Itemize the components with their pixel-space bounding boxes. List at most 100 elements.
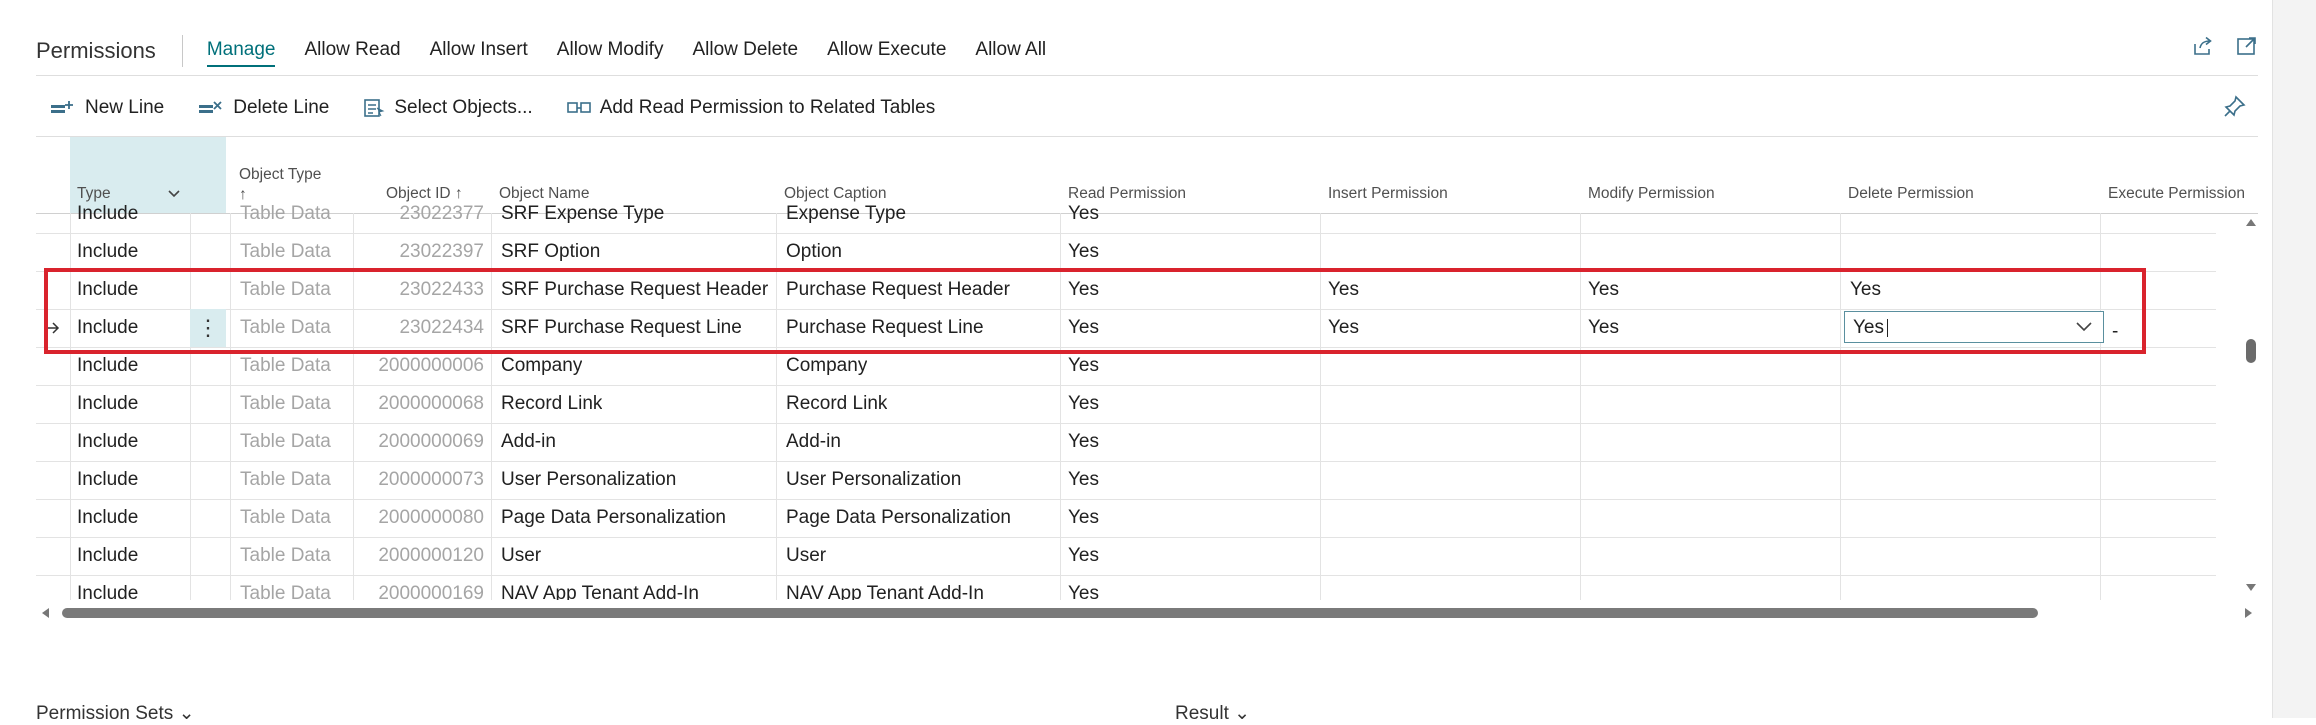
select-objects-label: Select Objects...	[394, 97, 533, 118]
table-row[interactable]: Include Table Data 23022377 SRF Expense …	[36, 195, 2216, 234]
column-header-object-type-label: Object Type	[239, 166, 322, 183]
cell-object-id[interactable]: 2000000120	[354, 537, 484, 575]
cell-object-type[interactable]: Table Data	[240, 233, 331, 271]
cell-object-id[interactable]: 2000000073	[354, 461, 484, 499]
cell-object-id[interactable]: 2000000169	[354, 575, 484, 600]
pin-icon[interactable]	[2224, 95, 2246, 122]
table-row[interactable]: Include Table Data 2000000120 User User …	[36, 537, 2216, 576]
nav-allow-execute[interactable]: Allow Execute	[827, 35, 946, 67]
delete-line-button[interactable]: Delete Line	[198, 97, 329, 119]
share-icon[interactable]	[2192, 36, 2214, 56]
new-line-label: New Line	[85, 97, 165, 118]
nav-allow-read[interactable]: Allow Read	[304, 35, 400, 67]
nav-allow-insert[interactable]: Allow Insert	[430, 35, 528, 67]
cell-type[interactable]: Include	[77, 385, 138, 423]
permission-sets-section[interactable]: Permission Sets ⌄	[36, 702, 194, 725]
cell-read[interactable]: Yes	[1068, 461, 1099, 499]
cell-type[interactable]: Include	[77, 461, 138, 499]
cell-object-name: SRF Option	[501, 241, 601, 262]
table-row[interactable]: Include Table Data 2000000169 NAV App Te…	[36, 575, 2216, 600]
highlight-box	[44, 268, 2146, 354]
cell-object-name: Add-in	[501, 431, 556, 452]
cell-object-type[interactable]: Table Data	[240, 461, 331, 499]
new-line-button[interactable]: New Line	[50, 97, 164, 119]
cell-object-caption: Add-in	[786, 431, 841, 452]
cell-object-caption: Option	[786, 241, 842, 262]
cell-object-caption: NAV App Tenant Add-In	[786, 583, 984, 600]
scroll-down-icon[interactable]	[2245, 583, 2257, 593]
cell-object-name: SRF Expense Type	[501, 203, 665, 224]
cell-object-id[interactable]: 2000000069	[354, 423, 484, 461]
cell-object-name: NAV App Tenant Add-In	[501, 583, 699, 600]
cell-object-caption: User Personalization	[786, 469, 962, 490]
scroll-up-icon[interactable]	[2245, 217, 2257, 227]
page-header: Permissions Manage Allow Read Allow Inse…	[36, 30, 2258, 72]
cell-object-caption: Page Data Personalization	[786, 507, 1011, 528]
table-row[interactable]: Include Table Data 2000000080 Page Data …	[36, 499, 2216, 538]
vertical-scrollbar[interactable]	[2244, 213, 2258, 597]
cell-read[interactable]: Yes	[1068, 233, 1099, 271]
delete-line-icon	[199, 101, 222, 113]
header-rule	[36, 75, 2258, 76]
cell-read[interactable]: Yes	[1068, 499, 1099, 537]
action-bar: New Line Delete Line Select Objects... A…	[50, 92, 969, 124]
horizontal-scrollbar[interactable]	[36, 605, 2258, 621]
nav-allow-all[interactable]: Allow All	[975, 35, 1046, 67]
horizontal-scroll-thumb[interactable]	[62, 608, 2038, 618]
cell-read[interactable]: Yes	[1068, 385, 1099, 423]
add-read-permission-button[interactable]: Add Read Permission to Related Tables	[566, 97, 936, 119]
cell-read[interactable]: Yes	[1068, 195, 1099, 233]
cell-object-name: User Personalization	[501, 469, 677, 490]
page-edge	[2272, 0, 2316, 718]
action-nav: Manage Allow Read Allow Insert Allow Mod…	[206, 35, 1075, 67]
page-title: Permissions	[36, 38, 156, 63]
expand-icon[interactable]	[2236, 36, 2258, 56]
cell-object-name: Record Link	[501, 393, 603, 414]
new-line-icon	[51, 101, 73, 113]
cell-read[interactable]: Yes	[1068, 537, 1099, 575]
cell-object-name: Page Data Personalization	[501, 507, 726, 528]
table-row[interactable]: Include Table Data 23022397 SRF Option O…	[36, 233, 2216, 272]
cell-type[interactable]: Include	[77, 233, 138, 271]
cell-type[interactable]: Include	[77, 423, 138, 461]
cell-object-id[interactable]: 2000000068	[354, 385, 484, 423]
cell-type[interactable]: Include	[77, 537, 138, 575]
cell-object-type[interactable]: Table Data	[240, 423, 331, 461]
select-objects-button[interactable]: Select Objects...	[363, 97, 533, 119]
result-section[interactable]: Result ⌄	[1175, 702, 1250, 725]
add-read-permission-label: Add Read Permission to Related Tables	[599, 97, 936, 118]
permissions-grid: Type Object Type ↑ Object ID ↑ Object Na…	[36, 137, 2258, 600]
table-row[interactable]: Include Table Data 2000000073 User Perso…	[36, 461, 2216, 500]
vertical-scroll-thumb[interactable]	[2246, 339, 2256, 363]
cell-object-caption: User	[786, 545, 827, 566]
cell-read[interactable]: Yes	[1068, 575, 1099, 600]
cell-type[interactable]: Include	[77, 195, 138, 233]
cell-object-caption: Expense Type	[786, 203, 907, 224]
chevron-down-icon[interactable]: ⌄	[1234, 703, 1250, 724]
select-objects-icon	[364, 99, 385, 117]
result-label: Result	[1175, 703, 1229, 724]
cell-object-type[interactable]: Table Data	[240, 537, 331, 575]
permission-sets-label: Permission Sets	[36, 703, 174, 724]
nav-allow-delete[interactable]: Allow Delete	[692, 35, 798, 67]
cell-object-id[interactable]: 2000000080	[354, 499, 484, 537]
cell-object-id[interactable]: 23022377	[354, 195, 484, 233]
chevron-down-icon[interactable]: ⌄	[179, 703, 195, 724]
cell-object-type[interactable]: Table Data	[240, 385, 331, 423]
cell-type[interactable]: Include	[77, 575, 138, 600]
nav-manage[interactable]: Manage	[206, 35, 276, 67]
related-tables-icon	[566, 102, 591, 113]
cell-object-type[interactable]: Table Data	[240, 195, 331, 233]
scroll-right-icon[interactable]	[2244, 607, 2254, 619]
cell-object-id[interactable]: 23022397	[354, 233, 484, 271]
scroll-left-icon[interactable]	[40, 607, 50, 619]
nav-allow-modify[interactable]: Allow Modify	[557, 35, 664, 67]
cell-object-type[interactable]: Table Data	[240, 575, 331, 600]
table-row[interactable]: Include Table Data 2000000069 Add-in Add…	[36, 423, 2216, 462]
delete-line-label: Delete Line	[233, 97, 330, 118]
cell-object-caption: Record Link	[786, 393, 888, 414]
cell-read[interactable]: Yes	[1068, 423, 1099, 461]
cell-object-type[interactable]: Table Data	[240, 499, 331, 537]
table-row[interactable]: Include Table Data 2000000068 Record Lin…	[36, 385, 2216, 424]
cell-type[interactable]: Include	[77, 499, 138, 537]
